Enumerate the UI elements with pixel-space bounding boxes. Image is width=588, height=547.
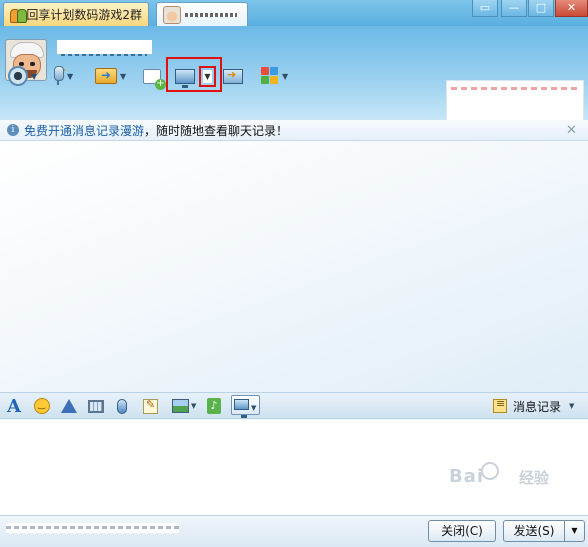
- picture-button[interactable]: ▼: [172, 397, 196, 415]
- close-chat-button[interactable]: 关闭(C): [428, 520, 496, 542]
- highlight-box-inner: [199, 66, 216, 87]
- chevron-down-icon[interactable]: ▼: [31, 72, 37, 81]
- message-history-button[interactable]: 消息记录 ▼: [493, 397, 574, 415]
- music-icon: ♪: [207, 398, 221, 414]
- screenshot-icon: [234, 399, 249, 418]
- minimize-button[interactable]: —: [501, 0, 527, 17]
- apps-button[interactable]: ▼: [261, 64, 288, 88]
- chat-header: ★: [0, 26, 588, 143]
- chevron-down-icon[interactable]: ▼: [569, 402, 574, 410]
- new-chat-icon: [143, 68, 166, 90]
- history-icon: [493, 397, 507, 413]
- remote-assist-icon: [223, 68, 243, 84]
- voice-message-button[interactable]: [117, 397, 127, 415]
- history-label: 消息记录: [513, 399, 562, 414]
- music-button[interactable]: ♪: [207, 397, 221, 415]
- title-tab-bar: 回享计划数码游戏2群 ▭ — □ ✕: [0, 0, 588, 26]
- video-clip-button[interactable]: [88, 397, 104, 415]
- send-button[interactable]: 发送(S): [503, 520, 565, 542]
- voice-call-button[interactable]: ▼: [52, 64, 73, 88]
- screenshot-button[interactable]: ▼: [231, 395, 260, 418]
- emoji-button[interactable]: [34, 397, 50, 415]
- chevron-down-icon[interactable]: ▼: [120, 72, 126, 81]
- chevron-down-icon[interactable]: ▼: [251, 404, 256, 412]
- chevron-down-icon[interactable]: ▼: [67, 72, 73, 81]
- voice-call-icon: [52, 66, 64, 86]
- close-icon[interactable]: ✕: [566, 123, 577, 138]
- tab-group-chat[interactable]: 回享计划数码游戏2群: [3, 2, 149, 26]
- notice-link[interactable]: 免费开通消息记录漫游: [24, 124, 144, 138]
- note-button[interactable]: [143, 397, 158, 415]
- notice-text: ，随时随地查看聊天记录！: [144, 123, 289, 138]
- shake-icon: [61, 399, 77, 413]
- baidu-paw-logo: [481, 462, 499, 480]
- tab-group-label: 回享计划数码游戏2群: [26, 8, 142, 22]
- tab-person-chat[interactable]: [156, 2, 248, 26]
- voice-message-icon: [117, 398, 127, 414]
- contact-mini-avatar: [163, 5, 181, 24]
- group-icon: [10, 7, 28, 23]
- watermark-sub: 经验: [519, 469, 550, 487]
- baidu-watermark: Bai: [449, 466, 485, 487]
- remote-assist-button[interactable]: [223, 64, 243, 88]
- chevron-down-icon[interactable]: ▼: [191, 402, 196, 410]
- maximize-button[interactable]: □: [528, 0, 554, 17]
- shake-button[interactable]: [61, 397, 77, 415]
- font-icon: A: [7, 395, 21, 417]
- emoji-icon: [34, 398, 50, 414]
- contact-name-redacted[interactable]: [57, 40, 152, 56]
- message-input[interactable]: [0, 420, 588, 515]
- message-history-area[interactable]: [0, 141, 588, 392]
- new-chat-button[interactable]: [143, 64, 166, 90]
- video-call-icon: [8, 66, 28, 86]
- minimize-to-tray-button[interactable]: ▭: [472, 0, 498, 17]
- note-icon: [143, 398, 158, 414]
- apps-icon: [261, 67, 279, 85]
- chevron-down-icon[interactable]: ▼: [282, 72, 288, 81]
- font-button[interactable]: A: [7, 395, 21, 417]
- bottom-status-redacted: [6, 523, 179, 533]
- close-window-button[interactable]: ✕: [555, 0, 588, 17]
- send-file-icon: [95, 68, 117, 84]
- input-toolbar: A ▼ ♪ ▼ 消息记录 ▼: [0, 392, 588, 419]
- tab-person-label-redacted: [185, 12, 237, 17]
- picture-icon: [172, 399, 189, 413]
- send-options-button[interactable]: ▼: [564, 520, 585, 542]
- send-file-button[interactable]: ▼: [95, 64, 126, 88]
- info-icon: i: [7, 124, 19, 136]
- video-call-button[interactable]: ▼: [8, 64, 37, 88]
- bottom-bar: 关闭(C) 发送(S) ▼: [0, 515, 588, 547]
- video-clip-icon: [88, 399, 104, 413]
- notice-bar: i 免费开通消息记录漫游，随时随地查看聊天记录！ ✕: [0, 120, 588, 141]
